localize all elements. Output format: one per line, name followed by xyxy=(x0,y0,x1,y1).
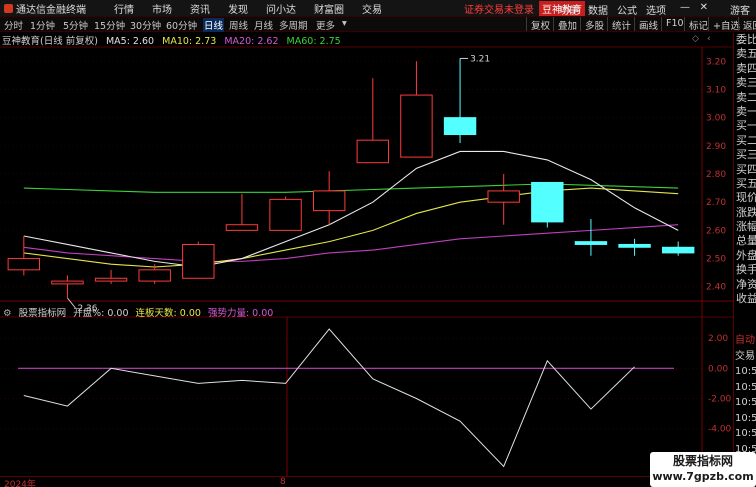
trade-time: 10:55 xyxy=(735,412,756,424)
indicator-line xyxy=(23,328,635,468)
price-axis-label: 2.90 xyxy=(706,142,726,152)
quote-label: 买五 xyxy=(736,176,756,190)
price-axis-label: 3.20 xyxy=(706,57,726,67)
indicator-axis-label: -4.00 xyxy=(708,425,732,435)
price-axis-label: 2.40 xyxy=(706,283,726,293)
trade-time: 10:54 xyxy=(735,366,756,377)
watermark-line1: 股票指标网 xyxy=(672,454,733,468)
trade-time: 10:55 xyxy=(735,428,756,439)
month-label: 8 xyxy=(280,477,286,487)
quote-label: 涨幅 xyxy=(736,220,756,234)
back-button[interactable]: 返回 xyxy=(738,17,756,32)
quote-label: 卖三 xyxy=(736,76,756,90)
price-axis-label: 3.10 xyxy=(706,85,726,95)
candle-body-up xyxy=(138,269,171,282)
candle-body-up xyxy=(182,243,215,279)
quote-label: 外盘 xyxy=(736,248,756,262)
ma5-line xyxy=(23,150,679,268)
trade-time: 10:55 xyxy=(735,381,756,393)
trade-header: 自动 xyxy=(735,335,755,346)
kline-chart[interactable]: 3.20 3.10 3.00 2.90 2.80 2.70 2.60 2.50 2.40 3.2… xyxy=(0,0,733,487)
candle-body-down xyxy=(661,246,695,254)
trade-header: 交易 xyxy=(735,350,755,362)
candle-body-up xyxy=(400,94,433,158)
indicator-axis-label: -2.00 xyxy=(708,395,732,405)
price-axis-label: 2.50 xyxy=(706,255,726,265)
candle-body-up xyxy=(487,190,520,203)
quote-label: 买四 xyxy=(736,162,756,176)
year-label: 2024年 xyxy=(4,480,36,487)
quote-label: 收益 xyxy=(736,292,756,306)
quote-label: 净资 xyxy=(736,277,756,291)
price-axis-label: 2.70 xyxy=(706,198,726,208)
quote-label: 现价 xyxy=(736,191,756,205)
ma60-line xyxy=(23,183,679,193)
indicator-axis-label: 2.00 xyxy=(708,334,728,344)
candle-body-up xyxy=(94,277,128,282)
candle-body-up xyxy=(51,280,84,285)
indicator-title[interactable]: 股票指标网 xyxy=(19,308,67,319)
lianban-value: 连板天数: 0.00 xyxy=(135,308,201,319)
candle-body-up xyxy=(356,139,390,164)
candle-body-up xyxy=(269,198,302,231)
candle-body-up xyxy=(312,190,346,212)
candle-body-up xyxy=(225,224,259,231)
kaipan-value: 开盘%: 0.00 xyxy=(73,308,129,319)
high-price-label: 3.21 xyxy=(470,54,490,64)
quote-label: 卖五 xyxy=(736,47,756,61)
quote-label: 卖二 xyxy=(736,90,756,104)
price-axis-label: 3.00 xyxy=(706,114,726,124)
candle-body-up xyxy=(7,258,41,271)
indicator-settings-icon[interactable]: ⚙ xyxy=(3,308,12,319)
candle-body-down xyxy=(531,181,564,223)
price-axis-label: 2.80 xyxy=(706,170,726,180)
candle-body-down xyxy=(618,243,651,248)
indicator-header: ⚙ 股票指标网 开盘%: 0.00 连板天数: 0.00 强势力量: 0.00 xyxy=(3,305,277,319)
qiangshi-value: 强势力量: 0.00 xyxy=(207,308,274,319)
quote-label: 委比 xyxy=(736,33,756,46)
indicator-axis-label: 0.00 xyxy=(708,364,728,374)
quote-label: 卖四 xyxy=(736,61,756,75)
quote-label: 买二 xyxy=(736,133,756,147)
candle-body-down xyxy=(443,117,477,136)
quote-label: 涨跌 xyxy=(736,205,756,219)
candle-body-down xyxy=(574,241,608,245)
quote-label: 换手 xyxy=(736,263,756,277)
date-axis: 2024年 8 xyxy=(0,476,733,487)
quote-label: 总量 xyxy=(736,234,756,248)
watermark-line2: www.7gpzb.com xyxy=(652,470,754,483)
guest-user[interactable]: 游客 xyxy=(730,2,750,17)
quote-label: 卖一 xyxy=(736,104,756,118)
watermark-logo: 股票指标网 www.7gpzb.com xyxy=(650,452,756,487)
quote-label: 买一 xyxy=(736,119,756,133)
price-axis-label: 2.60 xyxy=(706,226,726,236)
quote-label: 买三 xyxy=(736,148,756,162)
trade-time: 10:55 xyxy=(735,397,756,408)
